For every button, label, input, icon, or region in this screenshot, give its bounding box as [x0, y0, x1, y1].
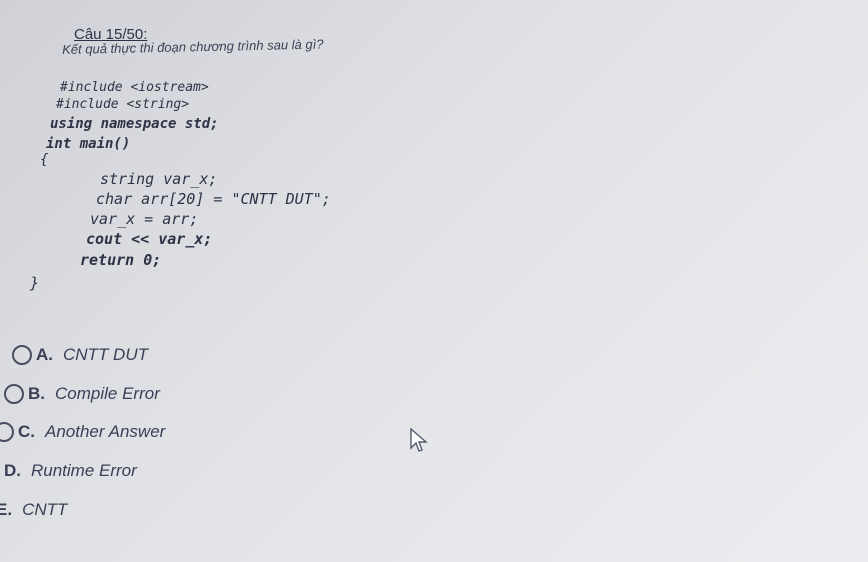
- code-line: cout << var_x;: [86, 230, 213, 248]
- code-line: string var_x;: [100, 170, 218, 188]
- option-text: Compile Error: [55, 384, 160, 403]
- radio-circle-icon[interactable]: [4, 384, 24, 404]
- option-letter: E.: [0, 500, 13, 519]
- code-line: #include <iostream>: [60, 80, 209, 95]
- option-letter: A.: [36, 345, 53, 364]
- option-text: CNTT DUT: [63, 345, 148, 364]
- option-text: Runtime Error: [31, 461, 137, 480]
- option-letter: B.: [28, 384, 45, 403]
- option-letter: C.: [18, 422, 35, 441]
- option-b[interactable]: B. Compile Error: [4, 384, 160, 404]
- code-line: return 0;: [80, 251, 162, 269]
- radio-circle-icon[interactable]: [0, 422, 14, 442]
- option-d[interactable]: D. Runtime Error: [4, 461, 137, 481]
- code-line: var_x = arr;: [90, 210, 199, 228]
- radio-circle-icon[interactable]: [12, 345, 32, 365]
- code-block: #include <iostream> #include <string> us…: [0, 0, 331, 292]
- option-e[interactable]: E. CNTT: [0, 500, 67, 520]
- quiz-page: Câu 15/50: Kết quả thực thi đoạn chương …: [0, 0, 868, 562]
- code-line: char arr[20] = "CNTT DUT";: [96, 190, 331, 208]
- option-text: CNTT: [22, 500, 68, 519]
- option-text: Another Answer: [45, 422, 166, 441]
- mouse-pointer-icon: [410, 427, 430, 459]
- option-a[interactable]: A. CNTT DUT: [12, 345, 148, 365]
- code-line: int main(): [46, 136, 131, 152]
- code-line: #include <string>: [56, 97, 190, 112]
- option-c[interactable]: C. Another Answer: [0, 422, 165, 442]
- code-line: using namespace std;: [50, 116, 219, 132]
- code-line: }: [30, 274, 40, 292]
- option-letter: D.: [4, 461, 21, 480]
- code-line: {: [40, 152, 49, 168]
